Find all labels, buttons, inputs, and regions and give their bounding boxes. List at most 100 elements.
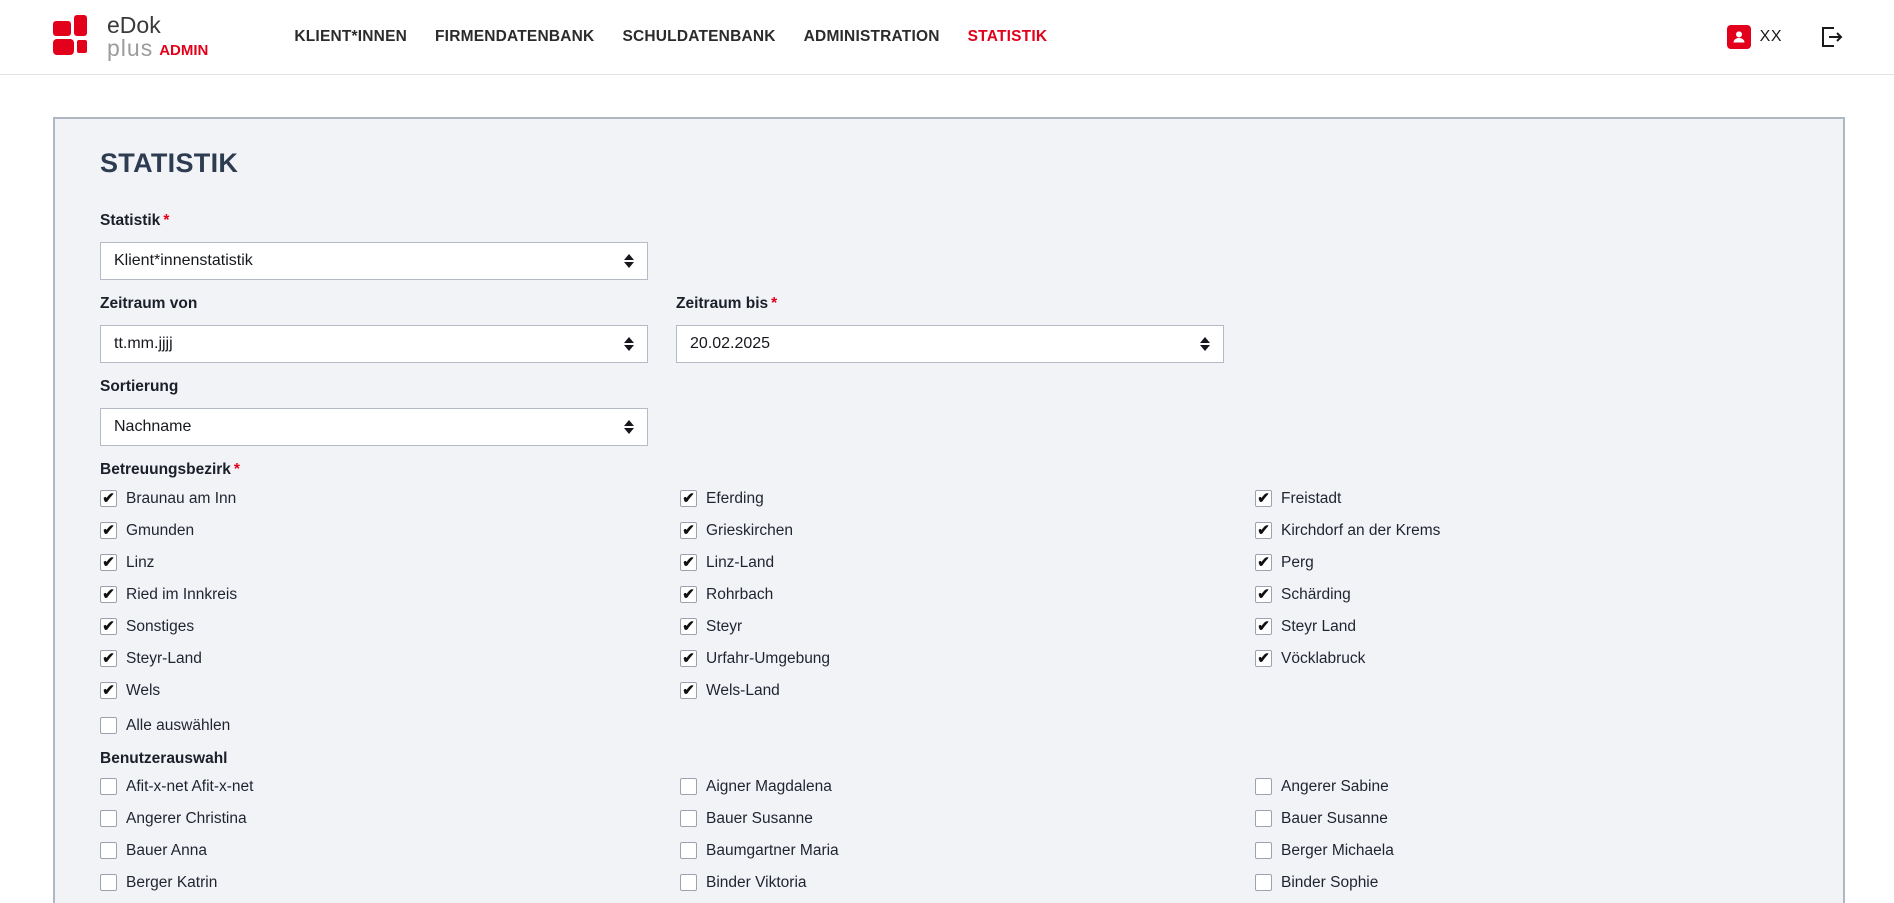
logout-icon[interactable] (1818, 24, 1844, 50)
bezirk-checkbox-row[interactable]: Linz-Land (680, 554, 1255, 571)
checkbox-icon[interactable] (1255, 650, 1272, 667)
checkbox-icon[interactable] (100, 522, 117, 539)
user-checkbox-row[interactable]: Bauer Anna (100, 842, 680, 859)
checkbox-label: Grieskirchen (706, 522, 793, 540)
checkbox-label: Berger Michaela (1281, 842, 1394, 860)
statistik-panel: STATISTIK Statistik* Klient*innenstatist… (53, 117, 1845, 903)
user-checkbox-row[interactable]: Baumgartner Maria (680, 842, 1255, 859)
checkbox-icon[interactable] (100, 778, 117, 795)
bezirk-checkbox-row[interactable]: Schärding (1255, 586, 1798, 603)
user-checkbox-row[interactable]: Berger Katrin (100, 874, 680, 891)
app-header: eDok plusADMIN KLIENT*INNEN FIRMENDATENB… (0, 0, 1894, 75)
user-checkbox-row[interactable]: Angerer Sabine (1255, 778, 1798, 795)
checkbox-icon[interactable] (100, 618, 117, 635)
checkbox-icon[interactable] (1255, 810, 1272, 827)
zeitraum-row: Zeitraum von tt.mm.jjjj Zeitraum bis* 20… (100, 280, 1798, 363)
bezirk-checkbox-row[interactable]: Steyr-Land (100, 650, 680, 667)
bezirk-checkbox-row[interactable]: Vöcklabruck (1255, 650, 1798, 667)
checkbox-icon[interactable] (100, 554, 117, 571)
bezirk-checkbox-row[interactable]: Kirchdorf an der Krems (1255, 522, 1798, 539)
bezirk-checkbox-row[interactable]: Perg (1255, 554, 1798, 571)
bezirk-checkbox-row[interactable]: Wels (100, 682, 680, 699)
checkbox-icon[interactable] (680, 618, 697, 635)
checkbox-icon[interactable] (1255, 874, 1272, 891)
sortierung-select[interactable]: Nachname (100, 408, 648, 446)
checkbox-icon[interactable] (100, 874, 117, 891)
checkbox-label: Rohrbach (706, 586, 773, 604)
main-nav: KLIENT*INNEN FIRMENDATENBANK SCHULDATENB… (294, 28, 1047, 46)
checkbox-icon[interactable] (100, 810, 117, 827)
zeitraum-bis-value: 20.02.2025 (690, 335, 770, 353)
checkbox-label: Linz-Land (706, 554, 774, 572)
checkbox-label: Berger Katrin (126, 874, 217, 892)
checkbox-icon[interactable] (680, 874, 697, 891)
checkbox-icon[interactable] (680, 810, 697, 827)
user-checkbox-row[interactable]: Binder Sophie (1255, 874, 1798, 891)
bezirk-checkbox-row[interactable]: Steyr (680, 618, 1255, 635)
user-checkbox-row[interactable]: Binder Viktoria (680, 874, 1255, 891)
checkbox-icon[interactable] (1255, 586, 1272, 603)
date-spinner-icon (624, 337, 634, 351)
bezirk-checkbox-row[interactable]: Eferding (680, 490, 1255, 507)
checkbox-icon[interactable] (100, 842, 117, 859)
sortierung-select-value: Nachname (114, 418, 191, 436)
checkbox-label: Kirchdorf an der Krems (1281, 522, 1440, 540)
zeitraum-von-input[interactable]: tt.mm.jjjj (100, 325, 648, 363)
zeitraum-bis-input[interactable]: 20.02.2025 (676, 325, 1224, 363)
nav-item-administration[interactable]: ADMINISTRATION (804, 28, 940, 46)
checkbox-icon[interactable] (1255, 778, 1272, 795)
checkbox-icon[interactable] (100, 717, 117, 734)
zeitraum-bis-label: Zeitraum bis* (676, 295, 1224, 313)
bezirk-checkbox-row[interactable]: Braunau am Inn (100, 490, 680, 507)
user-checkbox-row[interactable]: Berger Michaela (1255, 842, 1798, 859)
checkbox-icon[interactable] (680, 682, 697, 699)
user-checkbox-row[interactable]: Bauer Susanne (680, 810, 1255, 827)
checkbox-icon[interactable] (100, 490, 117, 507)
checkbox-icon[interactable] (680, 554, 697, 571)
checkbox-icon[interactable] (680, 522, 697, 539)
bezirk-checkbox-row[interactable]: Freistadt (1255, 490, 1798, 507)
checkbox-icon[interactable] (1255, 522, 1272, 539)
nav-item-statistik[interactable]: STATISTIK (968, 28, 1048, 46)
bezirk-checkbox-row[interactable]: Ried im Innkreis (100, 586, 680, 603)
zeitraum-von-group: Zeitraum von tt.mm.jjjj (100, 280, 648, 363)
checkbox-label: Bauer Susanne (706, 810, 813, 828)
checkbox-icon[interactable] (1255, 618, 1272, 635)
nav-item-firmendatenbank[interactable]: FIRMENDATENBANK (435, 28, 594, 46)
checkbox-label: Wels (126, 682, 160, 700)
checkbox-label: Binder Viktoria (706, 874, 807, 892)
bezirk-checkbox-row[interactable]: Linz (100, 554, 680, 571)
app-logo[interactable]: eDok plusADMIN (53, 14, 208, 61)
bezirk-checkbox-row[interactable]: Gmunden (100, 522, 680, 539)
checkbox-icon[interactable] (100, 586, 117, 603)
bezirk-checkbox-row[interactable]: Urfahr-Umgebung (680, 650, 1255, 667)
logo-squares-icon (53, 15, 100, 59)
checkbox-icon[interactable] (100, 682, 117, 699)
user-checkbox-row[interactable]: Afit-x-net Afit-x-net (100, 778, 680, 795)
checkbox-icon[interactable] (1255, 554, 1272, 571)
checkbox-icon[interactable] (680, 490, 697, 507)
bezirk-checkbox-row[interactable]: Wels-Land (680, 682, 1255, 699)
user-checkbox-row[interactable]: Angerer Christina (100, 810, 680, 827)
required-asterisk: * (163, 212, 169, 229)
checkbox-icon[interactable] (680, 842, 697, 859)
alle-auswaehlen-row[interactable]: Alle auswählen (100, 717, 1798, 734)
user-checkbox-row[interactable]: Aigner Magdalena (680, 778, 1255, 795)
bezirk-checkbox-row[interactable]: Sonstiges (100, 618, 680, 635)
checkbox-icon[interactable] (680, 586, 697, 603)
checkbox-icon[interactable] (1255, 842, 1272, 859)
checkbox-icon[interactable] (100, 650, 117, 667)
statistik-select-value: Klient*innenstatistik (114, 252, 253, 270)
nav-item-schuldatenbank[interactable]: SCHULDATENBANK (622, 28, 775, 46)
checkbox-icon[interactable] (1255, 490, 1272, 507)
bezirk-checkbox-row[interactable]: Grieskirchen (680, 522, 1255, 539)
bezirk-checkbox-row[interactable]: Rohrbach (680, 586, 1255, 603)
bezirk-checkbox-row[interactable]: Steyr Land (1255, 618, 1798, 635)
user-icon[interactable] (1727, 25, 1751, 49)
checkbox-icon[interactable] (680, 650, 697, 667)
user-checkbox-row[interactable]: Bauer Susanne (1255, 810, 1798, 827)
nav-item-klientinnen[interactable]: KLIENT*INNEN (294, 28, 407, 46)
checkbox-icon[interactable] (680, 778, 697, 795)
checkbox-label: Steyr (706, 618, 742, 636)
statistik-select[interactable]: Klient*innenstatistik (100, 242, 648, 280)
